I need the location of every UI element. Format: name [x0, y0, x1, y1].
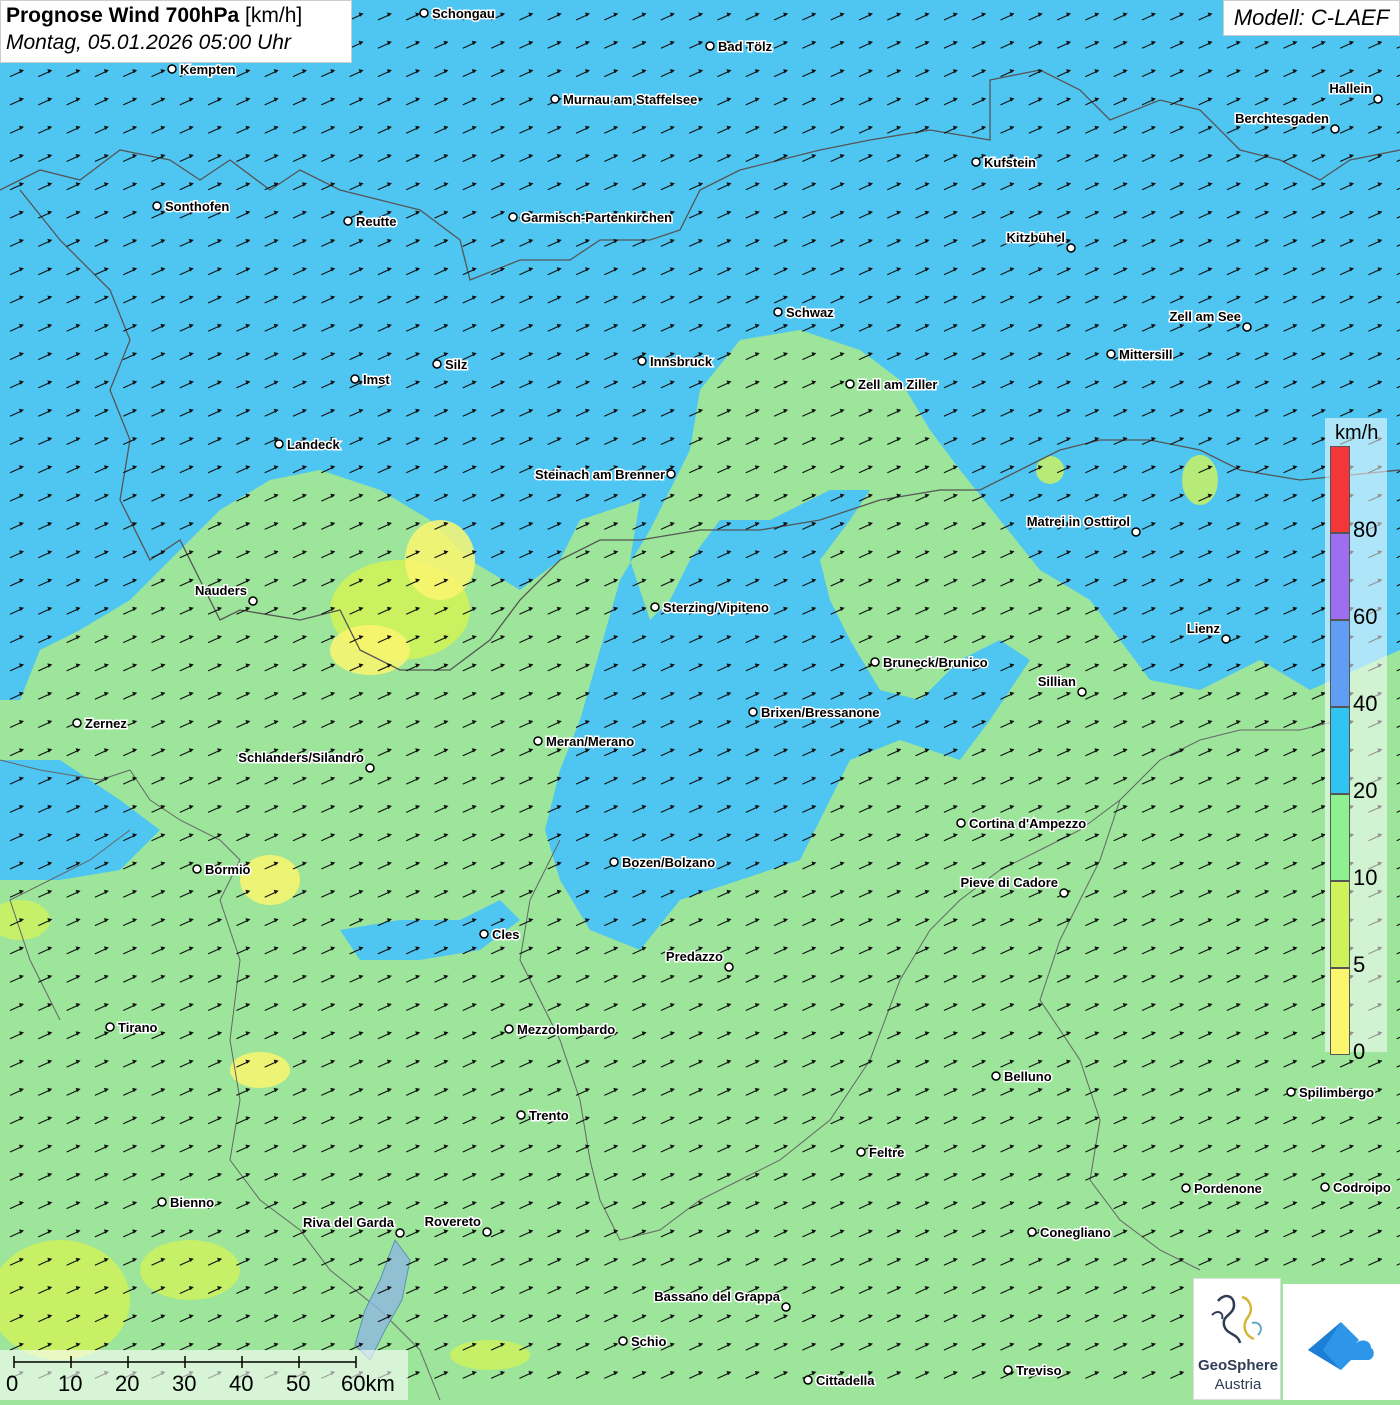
wind-zone-0-5: [405, 520, 475, 600]
wind-zone-5-10: [1182, 455, 1218, 505]
city-label: Predazzo: [666, 949, 723, 964]
city-marker: [638, 357, 646, 365]
city-label: Garmisch-Partenkirchen: [521, 210, 672, 225]
city-label: Tirano: [118, 1020, 158, 1035]
city-label: Bad Tölz: [718, 39, 773, 54]
city-marker: [1374, 95, 1382, 103]
city-label: Matrei in Osttirol: [1027, 514, 1130, 529]
city-label: Zell am See: [1169, 309, 1241, 324]
city-marker: [344, 217, 352, 225]
city-marker: [1132, 528, 1140, 536]
city-label: Pieve di Cadore: [960, 875, 1058, 890]
city-marker: [249, 597, 257, 605]
city-marker: [610, 858, 618, 866]
city-label: Brixen/Bressanone: [761, 705, 880, 720]
city-marker: [972, 158, 980, 166]
city-label: Lienz: [1187, 621, 1221, 636]
city-marker: [651, 603, 659, 611]
city-marker: [366, 764, 374, 772]
city-marker: [551, 95, 559, 103]
city-label: Landeck: [287, 437, 341, 452]
city-label: Bormio: [205, 862, 251, 877]
city-label: Silz: [445, 357, 468, 372]
city-marker: [774, 308, 782, 316]
city-marker: [433, 360, 441, 368]
wind-map: Schongau Bad Tölz Kempten Murnau am Staffel…: [0, 0, 1400, 1400]
city-marker: [420, 9, 428, 17]
city-label: Zernez: [85, 716, 127, 731]
city-label: Meran/Merano: [546, 734, 634, 749]
city-label: Hallein: [1329, 81, 1372, 96]
city-marker: [73, 719, 81, 727]
wind-zone-5-10: [140, 1240, 240, 1300]
city-marker: [480, 930, 488, 938]
city-marker: [1107, 350, 1115, 358]
wind-zone-0-5: [330, 625, 410, 675]
city-marker: [957, 819, 965, 827]
city-marker: [168, 65, 176, 73]
city-label: Murnau am Staffelsee: [563, 92, 697, 107]
city-label: Kufstein: [984, 155, 1036, 170]
city-label: Cortina d'Ampezzo: [969, 816, 1086, 831]
city-marker: [1331, 125, 1339, 133]
city-marker: [749, 708, 757, 716]
city-label: Kitzbühel: [1007, 230, 1066, 245]
city-label: Sillian: [1038, 674, 1076, 689]
city-label: Kempten: [180, 62, 236, 77]
city-label: Berchtesgaden: [1235, 111, 1329, 126]
city-marker: [871, 658, 879, 666]
city-label: Sonthofen: [165, 199, 229, 214]
city-label: Bruneck/Brunico: [883, 655, 988, 670]
city-label: Imst: [363, 372, 390, 387]
city-marker: [1222, 635, 1230, 643]
city-label: Schongau: [432, 6, 495, 21]
city-label: Steinach am Brenner: [535, 467, 665, 482]
city-label: Cles: [492, 927, 519, 942]
city-marker: [846, 380, 854, 388]
city-label: Schwaz: [786, 305, 834, 320]
city-marker: [667, 470, 675, 478]
wind-zone-0-5: [230, 1052, 290, 1088]
wind-zone-5-10: [450, 1340, 530, 1370]
city-marker: [351, 375, 359, 383]
city-marker: [534, 737, 542, 745]
city-marker: [1067, 244, 1075, 252]
city-marker: [275, 440, 283, 448]
city-label: Reutte: [356, 214, 396, 229]
city-label: Innsbruck: [650, 354, 713, 369]
city-label: Nauders: [195, 583, 247, 598]
city-label: Bozen/Bolzano: [622, 855, 715, 870]
city-label: Mittersill: [1119, 347, 1172, 362]
city-marker: [106, 1023, 114, 1031]
city-label: Sterzing/Vipiteno: [663, 600, 769, 615]
city-marker: [1078, 688, 1086, 696]
city-marker: [509, 213, 517, 221]
city-marker: [153, 202, 161, 210]
city-marker: [193, 865, 201, 873]
city-marker: [725, 963, 733, 971]
city-marker: [1243, 323, 1251, 331]
city-marker: [505, 1025, 513, 1033]
city-label: Schlanders/Silandro: [238, 750, 364, 765]
city-marker: [706, 42, 714, 50]
city-marker: [1060, 889, 1068, 897]
city-label: Zell am Ziller: [858, 377, 937, 392]
